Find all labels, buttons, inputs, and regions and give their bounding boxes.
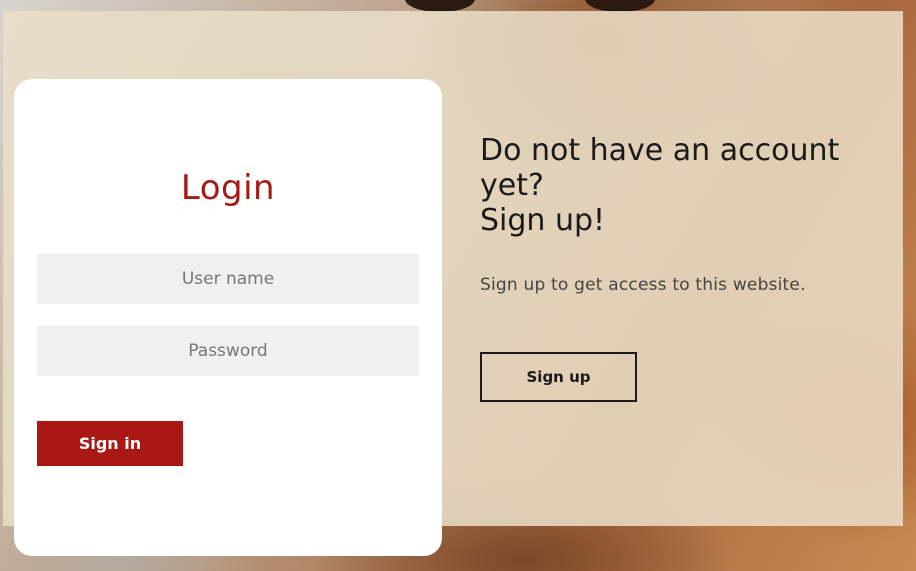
signup-button[interactable]: Sign up bbox=[480, 352, 637, 402]
signup-heading-line: yet? bbox=[480, 168, 544, 203]
signup-heading-line: Sign up! bbox=[480, 203, 606, 238]
signup-heading-line: Do not have an account bbox=[480, 133, 840, 168]
login-title: Login bbox=[180, 168, 276, 208]
signup-heading: Do not have an account yet? Sign up! bbox=[480, 133, 880, 238]
signup-description: Sign up to get access to this website. bbox=[480, 275, 806, 295]
signin-button[interactable]: Sign in bbox=[37, 421, 183, 466]
login-card bbox=[14, 79, 442, 556]
username-input[interactable] bbox=[37, 254, 419, 304]
page-background: Login Sign in Do not have an account yet… bbox=[0, 0, 916, 571]
password-input[interactable] bbox=[37, 326, 419, 376]
